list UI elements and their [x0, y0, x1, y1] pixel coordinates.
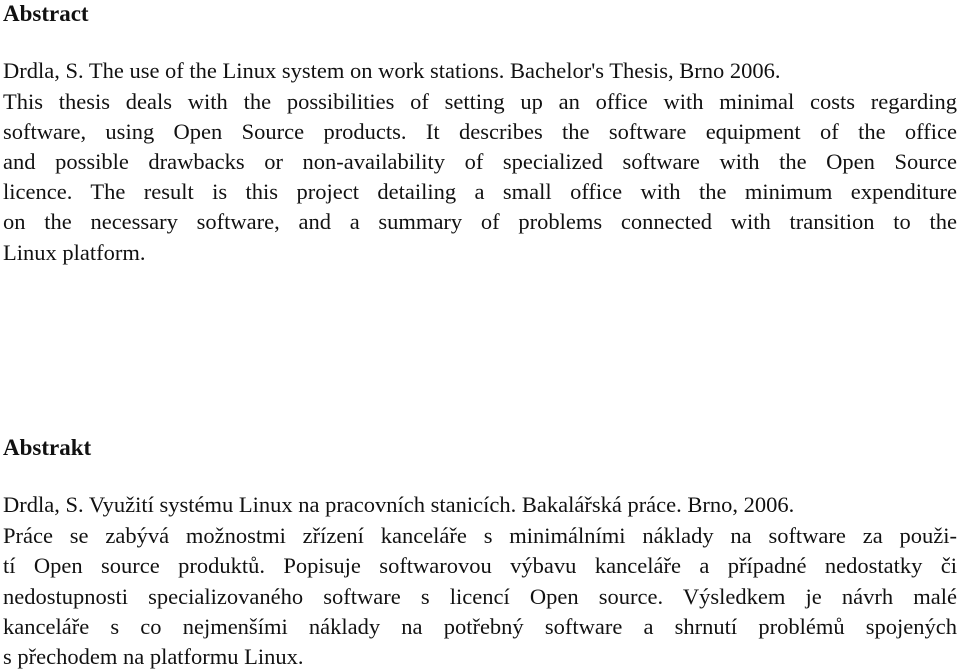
text-line: nedostupnosti specializovaného software … [3, 584, 957, 609]
text-line: This thesis deals with the possibilities… [3, 89, 957, 114]
text-line: tí Open source produktů. Popisuje softwa… [3, 553, 957, 578]
text-line: and possible drawbacks or non-availabili… [3, 149, 957, 174]
text-line: software, using Open Source products. It… [3, 119, 957, 144]
abstrakt-heading: Abstrakt [3, 435, 92, 460]
citation-line: Drdla, S. Využití systému Linux na praco… [3, 492, 795, 517]
text-line: s přechodem na platformu Linux. [3, 644, 304, 669]
text-line: Linux platform. [3, 240, 146, 265]
text-line: Práce se zabývá možnostmi zřízení kancel… [3, 523, 957, 548]
text-line: on the necessary software, and a summary… [3, 209, 957, 234]
text-line: kanceláře s co nejmenšími náklady na pot… [3, 614, 957, 639]
citation-line: Drdla, S. The use of the Linux system on… [3, 58, 781, 83]
abstract-heading: Abstract [3, 1, 89, 26]
text-line: licence. The result is this project deta… [3, 179, 957, 204]
